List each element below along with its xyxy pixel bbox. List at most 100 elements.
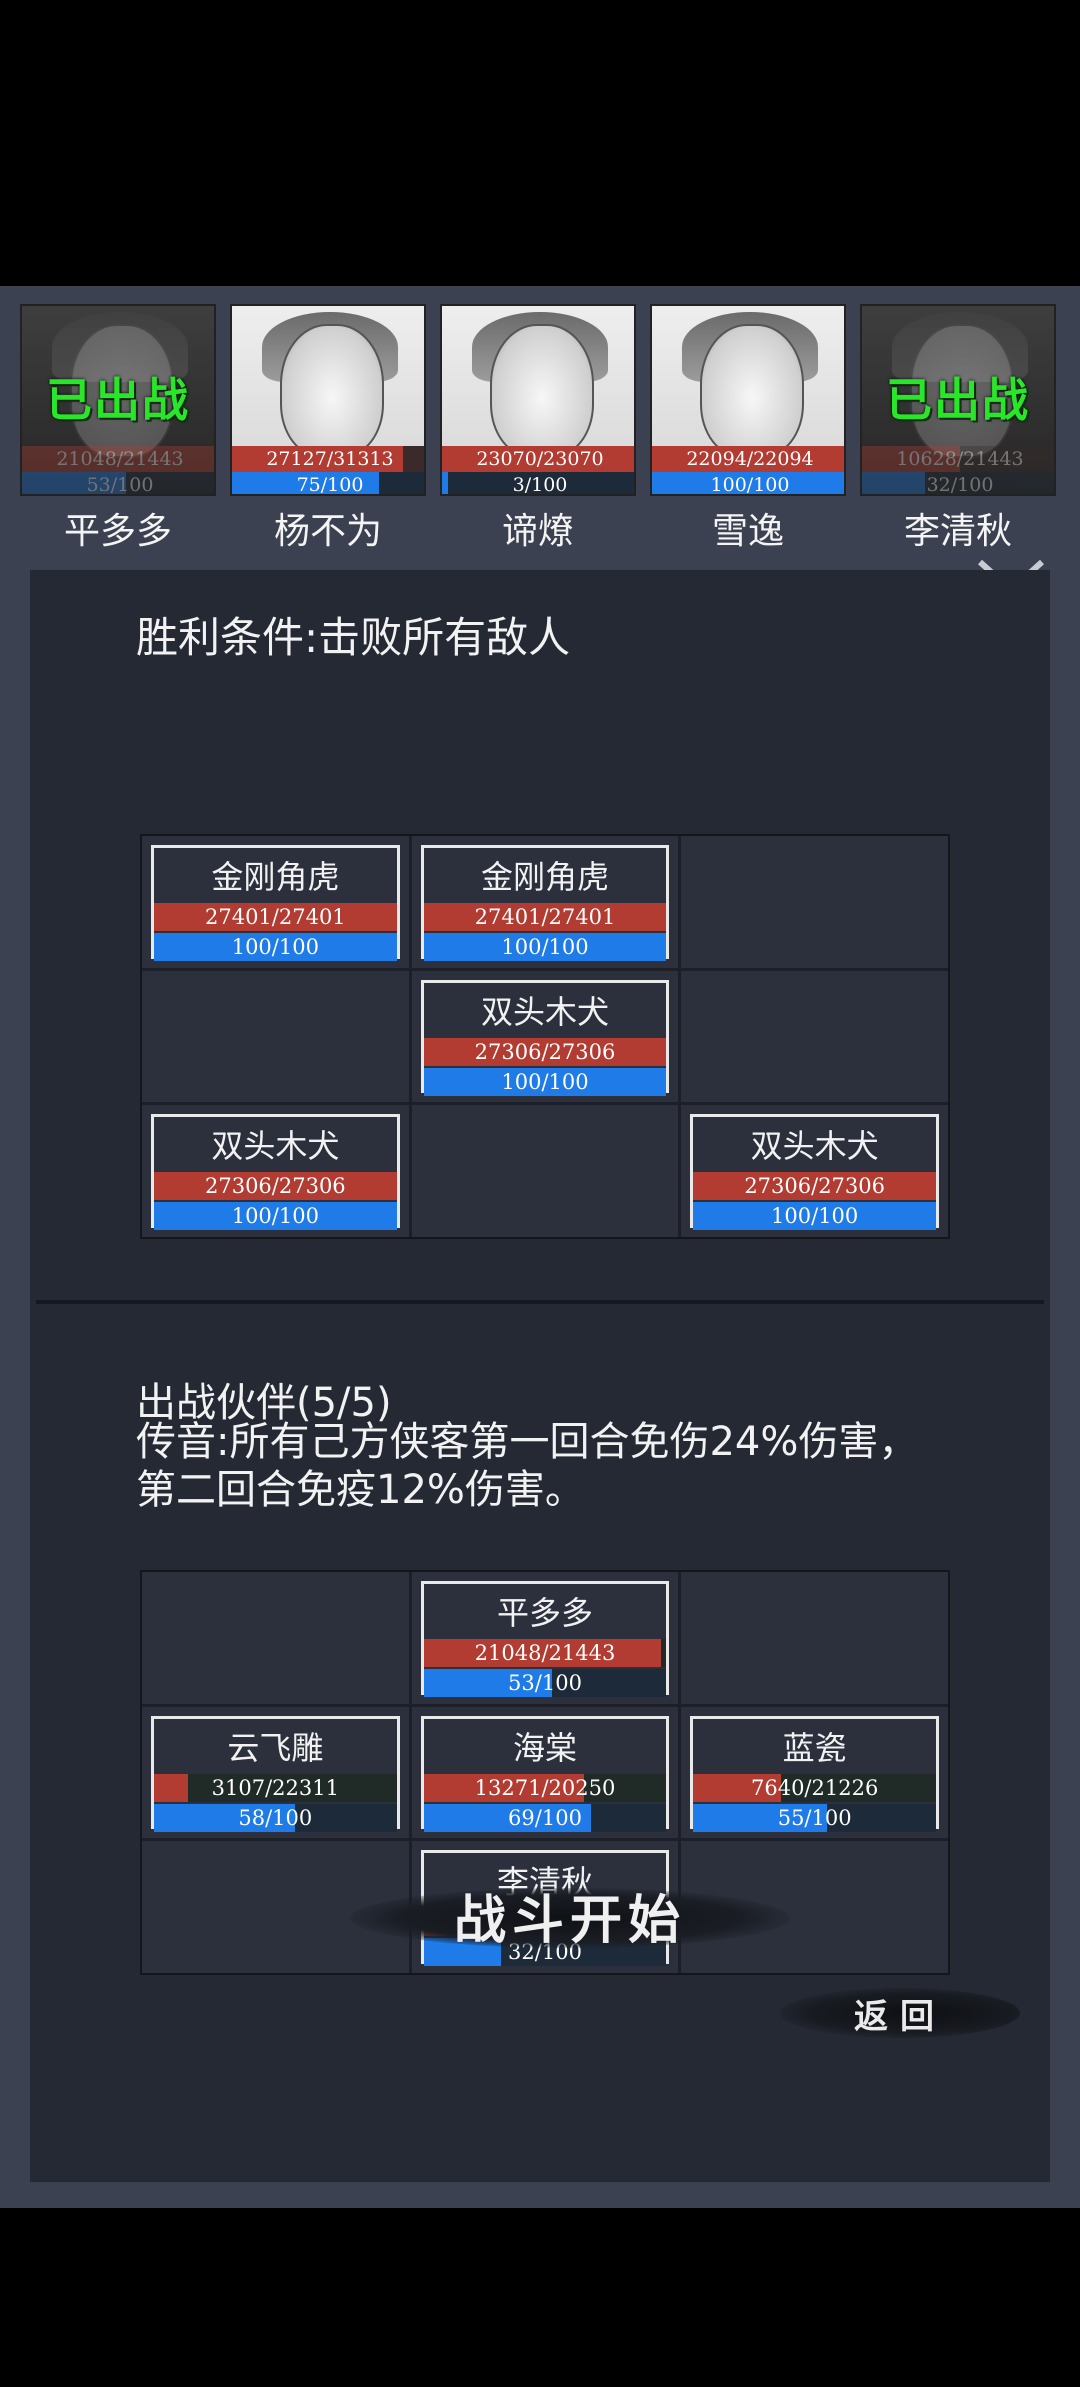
energy-value: 100/100 xyxy=(710,474,790,496)
unit-card: 双头木犬 27306/27306 100/100 xyxy=(690,1114,939,1231)
unit-card: 金刚角虎 27401/27401 100/100 xyxy=(151,845,400,961)
hp-bar: 22094/22094 xyxy=(652,446,844,472)
unit-card: 金刚角虎 27401/27401 100/100 xyxy=(420,845,670,961)
formation-slot[interactable]: 云飞雕 3107/22311 58/100 xyxy=(142,1706,409,1839)
unit-name: 海棠 xyxy=(512,1728,577,1767)
unit-card: 双头木犬 27306/27306 100/100 xyxy=(151,1114,400,1231)
energy-bar: 53/100 xyxy=(423,1669,667,1697)
roster-hero[interactable]: 21048/21443 53/100 已出战平多多 xyxy=(20,304,216,554)
hero-portrait: 27127/31313 75/100 xyxy=(230,304,426,496)
unit-name: 金刚角虎 xyxy=(211,858,340,896)
roster-hero[interactable]: 22094/22094 100/100 雪逸 xyxy=(650,304,846,554)
hero-name: 杨不为 xyxy=(273,511,382,552)
formation-slot: 双头木犬 27306/27306 100/100 xyxy=(411,970,679,1103)
unit-name: 双头木犬 xyxy=(211,1127,340,1166)
energy-value: 3/100 xyxy=(512,474,568,496)
hp-value: 13271/20250 xyxy=(474,1775,616,1800)
energy-value: 100/100 xyxy=(231,1204,319,1229)
hp-bar: 27401/27401 xyxy=(154,903,397,931)
hp-bar: 3107/22311 xyxy=(154,1773,397,1802)
portrait-face xyxy=(490,324,594,458)
hp-bar: 23070/23070 xyxy=(442,446,634,472)
unit-card[interactable]: 蓝瓷 7640/21226 55/100 xyxy=(690,1715,939,1832)
unit-name: 双头木犬 xyxy=(750,1127,879,1166)
formation-slot: 金刚角虎 27401/27401 100/100 xyxy=(411,836,679,968)
formation-slot[interactable]: 蓝瓷 7640/21226 55/100 xyxy=(681,1706,948,1839)
hp-value: 3107/22311 xyxy=(211,1775,339,1800)
formation-slot[interactable]: 海棠 13271/20250 69/100 xyxy=(411,1706,679,1839)
energy-bar: 100/100 xyxy=(423,933,667,961)
battle-panel: 胜利条件:击败所有敌人 金刚角虎 27401/27401 100/100 金刚角虎 27… xyxy=(30,570,1050,2182)
start-battle-label: 战斗开始 xyxy=(453,1889,686,1951)
energy-value: 69/100 xyxy=(508,1805,582,1830)
hp-value: 22094/22094 xyxy=(686,448,814,470)
hero-portrait: 23070/23070 3/100 xyxy=(440,304,636,496)
hp-bar: 27306/27306 xyxy=(693,1172,936,1201)
deployed-badge: 已出战 xyxy=(886,373,1030,427)
unit-card: 双头木犬 27306/27306 100/100 xyxy=(420,979,670,1096)
hp-value: 21048/21443 xyxy=(474,1641,616,1665)
roster-hero[interactable]: 27127/31313 75/100 杨不为 xyxy=(230,304,426,554)
back-label: 返回 xyxy=(854,1996,946,2037)
hp-value: 27306/27306 xyxy=(474,1039,616,1064)
roster-hero[interactable]: 23070/23070 3/100 谛燎 xyxy=(440,304,636,554)
roster-hero[interactable]: 10628/21443 32/100 已出战李清秋 xyxy=(860,304,1056,554)
hero-portrait: 10628/21443 32/100 已出战 xyxy=(860,304,1056,496)
energy-value: 100/100 xyxy=(771,1204,859,1229)
energy-value: 58/100 xyxy=(238,1805,313,1830)
divider xyxy=(36,1300,1044,1304)
energy-value: 75/100 xyxy=(296,474,364,496)
unit-name: 双头木犬 xyxy=(480,992,609,1031)
hp-bar: 27127/31313 xyxy=(232,446,424,472)
unit-name: 蓝瓷 xyxy=(782,1728,847,1767)
formation-slot xyxy=(411,1105,679,1237)
hero-name: 平多多 xyxy=(63,511,172,552)
energy-bar: 100/100 xyxy=(154,933,397,961)
energy-value: 32/100 xyxy=(926,474,994,496)
energy-bar: 100/100 xyxy=(652,472,844,496)
hp-bar: 7640/21226 xyxy=(693,1773,936,1802)
hero-name: 雪逸 xyxy=(711,511,784,552)
formation-slot xyxy=(142,970,409,1103)
hp-bar: 21048/21443 xyxy=(423,1639,667,1667)
hero-name: 李清秋 xyxy=(903,511,1012,552)
energy-bar: 53/100 xyxy=(22,472,214,494)
hero-name: 谛燎 xyxy=(501,511,574,552)
unit-name: 平多多 xyxy=(496,1594,593,1632)
unit-card[interactable]: 平多多 21048/21443 53/100 xyxy=(420,1581,670,1697)
start-battle-button[interactable]: 战斗开始 xyxy=(350,1870,790,1960)
back-button[interactable]: 返回 xyxy=(780,1978,1020,2048)
energy-value: 100/100 xyxy=(501,935,589,959)
energy-bar: 100/100 xyxy=(693,1202,936,1231)
hp-bar: 13271/20250 xyxy=(423,1773,667,1802)
deployed-badge: 已出战 xyxy=(46,373,190,427)
hero-roster[interactable]: 21048/21443 53/100 已出战平多多 27127/31313 75/100… xyxy=(0,304,1080,554)
hp-bar: 27401/27401 xyxy=(423,903,667,931)
energy-bar: 58/100 xyxy=(154,1803,397,1832)
energy-bar: 55/100 xyxy=(693,1803,936,1832)
energy-bar: 32/100 xyxy=(862,472,1054,496)
formation-slot[interactable] xyxy=(681,1572,948,1704)
unit-name: 金刚角虎 xyxy=(480,858,609,896)
portrait-face xyxy=(700,324,804,458)
energy-value: 53/100 xyxy=(508,1671,582,1695)
hp-value: 23070/23070 xyxy=(476,448,604,470)
formation-slot: 双头木犬 27306/27306 100/100 xyxy=(142,1105,409,1237)
enemy-formation-grid: 金刚角虎 27401/27401 100/100 金刚角虎 27401/27401 100… xyxy=(140,834,950,1239)
formation-slot[interactable]: 平多多 21048/21443 53/100 xyxy=(411,1572,679,1704)
unit-name: 云飞雕 xyxy=(227,1728,324,1767)
energy-bar: 69/100 xyxy=(423,1803,667,1832)
hp-value: 27306/27306 xyxy=(204,1174,346,1199)
energy-bar: 100/100 xyxy=(423,1067,667,1096)
hp-value: 21048/21443 xyxy=(56,448,184,470)
hp-bar: 27306/27306 xyxy=(423,1037,667,1066)
hp-value: 10628/21443 xyxy=(896,448,1024,470)
energy-bar: 100/100 xyxy=(154,1202,397,1231)
hp-bar: 21048/21443 xyxy=(22,446,214,472)
hp-value: 27401/27401 xyxy=(204,905,346,929)
unit-card[interactable]: 海棠 13271/20250 69/100 xyxy=(420,1715,670,1832)
unit-card[interactable]: 云飞雕 3107/22311 58/100 xyxy=(151,1715,400,1832)
portrait-face xyxy=(280,324,384,458)
hero-portrait: 22094/22094 100/100 xyxy=(650,304,846,496)
formation-slot[interactable] xyxy=(142,1572,409,1704)
